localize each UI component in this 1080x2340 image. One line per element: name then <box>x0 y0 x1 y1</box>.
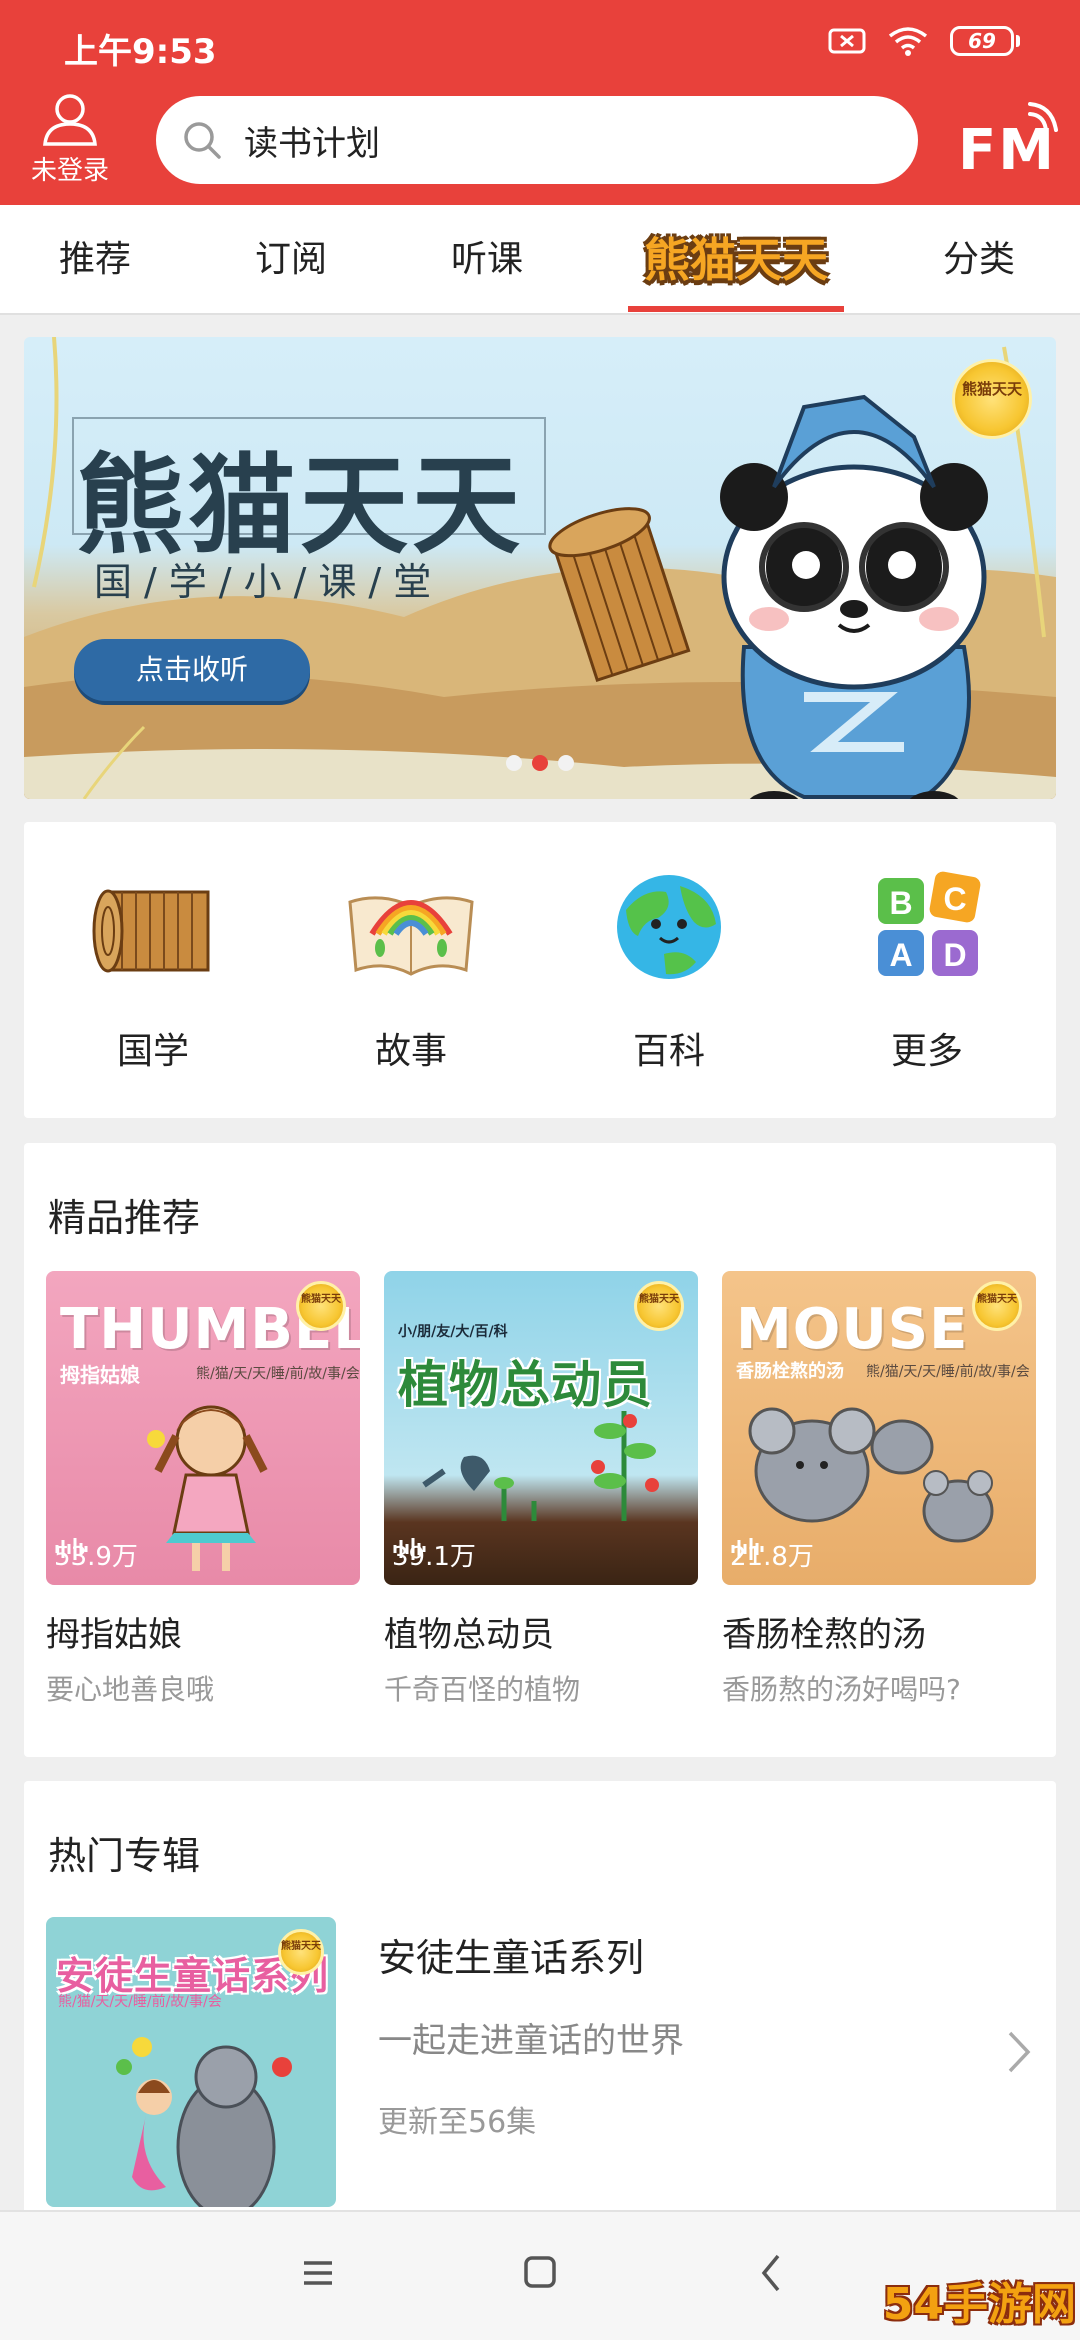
no-sim-icon <box>828 26 866 56</box>
hot-albums-section: 热门专辑 安徒生童话系列 熊/猫/天/天/睡/前/故/事/会 熊猫天天 安徒生童… <box>24 1781 1056 2241</box>
login-button[interactable]: 未登录 <box>22 92 118 192</box>
album-cover: 小/朋/友/大/百/科 植物总动员 熊猫天天 39.1万 <box>384 1271 698 1585</box>
search-icon <box>184 122 221 159</box>
tab-recommend[interactable]: 推荐 <box>32 205 158 315</box>
search-placeholder: 读书计划 <box>244 123 380 164</box>
cover-series: 熊/猫/天/天/睡/前/故/事/会 <box>196 1366 360 1382</box>
panda-badge-icon: 熊猫天天 <box>296 1281 346 1331</box>
recommend-card[interactable]: 小/朋/友/大/百/科 植物总动员 熊猫天天 39.1万 植物总动员 千奇百怪的… <box>384 1271 698 1708</box>
pagination-dot[interactable] <box>558 755 574 771</box>
panda-badge-icon: 熊猫天天 <box>634 1281 684 1331</box>
category-encyclopedia[interactable]: 百科 <box>540 822 798 1118</box>
recommend-card[interactable]: MOUSE 香肠栓熬的汤 熊/猫/天/天/睡/前/故/事/会 熊猫天天 21.8… <box>722 1271 1036 1708</box>
recommend-section: 精品推荐 THUMBELINA 拇指姑娘 熊/猫/天/天/睡/前/故/事/会 熊… <box>24 1143 1056 1757</box>
panda-badge-icon: 熊猫天天 <box>278 1929 324 1975</box>
radio-wave-icon <box>1028 102 1058 132</box>
panda-badge-icon: 熊猫天天 <box>972 1281 1022 1331</box>
album-name: 拇指姑娘 <box>46 1615 182 1655</box>
album-update-status: 更新至56集 <box>378 2105 537 2140</box>
svg-text:B: B <box>889 885 912 921</box>
cover-series: 小/朋/友/大/百/科 <box>398 1324 508 1340</box>
audio-wave-icon <box>731 1538 764 1560</box>
cover-title: 植物总动员 <box>398 1356 653 1414</box>
tab-bar: 推荐 订阅 听课 熊猫天天 分类 <box>0 205 1080 315</box>
earth-icon <box>617 875 721 979</box>
svg-text:C: C <box>943 881 966 917</box>
promo-banner[interactable]: 熊猫天天 国/学/小/课/堂 点击收听 熊猫天天 <box>24 337 1056 799</box>
category-label: 更多 <box>890 1031 963 1072</box>
watermark: 54手游网 <box>882 2279 1076 2330</box>
svg-text:A: A <box>889 937 912 973</box>
tab-panda-tiantian[interactable]: 熊猫天天 <box>628 205 844 315</box>
category-more[interactable]: B C A D 更多 <box>798 822 1056 1118</box>
category-grid: 国学 故事 百科 B C A D 更多 <box>24 822 1056 1118</box>
menu-icon[interactable] <box>298 2248 338 2298</box>
pagination-dot-active[interactable] <box>532 755 548 771</box>
header-bar: 上午9:53 69 未登录 读书计划 FM <box>0 0 1080 205</box>
album-description: 千奇百怪的植物 <box>384 1673 581 1706</box>
category-label: 百科 <box>632 1031 705 1072</box>
tab-categories[interactable]: 分类 <box>916 205 1042 315</box>
hot-album-item[interactable]: 安徒生童话系列 熊/猫/天/天/睡/前/故/事/会 熊猫天天 安徒生童话系列 一… <box>46 1917 1056 2207</box>
home-icon[interactable] <box>520 2248 560 2298</box>
system-nav-bar: 54手游网 <box>0 2210 1080 2340</box>
cover-series: 熊/猫/天/天/睡/前/故/事/会 <box>58 1994 222 2010</box>
bamboo-scroll-icon <box>92 889 210 973</box>
banner-pagination <box>506 755 574 771</box>
login-label: 未登录 <box>30 156 109 186</box>
album-description: 要心地善良哦 <box>46 1673 215 1706</box>
play-count: 21.8万 <box>730 1536 814 1573</box>
panda-badge-icon: 熊猫天天 <box>952 359 1032 439</box>
fm-button[interactable]: FM <box>958 100 1062 186</box>
search-input[interactable]: 读书计划 <box>156 96 918 184</box>
album-name: 植物总动员 <box>384 1615 554 1655</box>
album-description: 一起走进童话的世界 <box>378 2021 684 2061</box>
cover-subtitle: 香肠栓熬的汤 <box>736 1361 844 1382</box>
listen-now-button[interactable]: 点击收听 <box>74 639 310 701</box>
active-tab-indicator <box>628 306 844 312</box>
category-label: 故事 <box>374 1031 447 1072</box>
play-count: 53.9万 <box>54 1536 138 1573</box>
album-cover: THUMBELINA 拇指姑娘 熊/猫/天/天/睡/前/故/事/会 熊猫天天 5… <box>46 1271 360 1585</box>
back-icon[interactable] <box>752 2248 792 2298</box>
wifi-icon <box>888 26 928 56</box>
play-count: 39.1万 <box>392 1536 476 1573</box>
person-icon <box>43 94 97 146</box>
pagination-dot[interactable] <box>506 755 522 771</box>
battery-level: 69 <box>950 26 1014 56</box>
cover-subtitle: 拇指姑娘 <box>60 1363 140 1387</box>
abcd-blocks-icon: B C A D <box>878 871 981 976</box>
section-title: 精品推荐 <box>48 1196 201 1240</box>
svg-text:D: D <box>943 937 966 973</box>
category-story[interactable]: 故事 <box>282 822 540 1118</box>
tab-subscribe[interactable]: 订阅 <box>228 205 354 315</box>
album-cover: MOUSE 香肠栓熬的汤 熊/猫/天/天/睡/前/故/事/会 熊猫天天 21.8… <box>722 1271 1036 1585</box>
album-name: 香肠栓熬的汤 <box>722 1615 926 1655</box>
album-description: 香肠熬的汤好喝吗? <box>722 1673 961 1706</box>
app-screen: 上午9:53 69 未登录 读书计划 FM 推荐 订阅 听课 熊猫天天 分类 熊… <box>0 0 1080 2340</box>
status-bar: 上午9:53 69 <box>0 0 1080 92</box>
category-label: 国学 <box>116 1031 189 1072</box>
chevron-right-icon[interactable] <box>1004 2027 1034 2077</box>
banner-subtitle: 国/学/小/课/堂 <box>94 560 444 604</box>
tab-lessons[interactable]: 听课 <box>424 205 550 315</box>
section-title: 热门专辑 <box>48 1834 201 1878</box>
album-cover: 安徒生童话系列 熊/猫/天/天/睡/前/故/事/会 熊猫天天 <box>46 1917 336 2207</box>
album-title: 安徒生童话系列 <box>378 1936 645 1980</box>
audio-wave-icon <box>55 1538 88 1560</box>
audio-wave-icon <box>393 1538 426 1560</box>
recommend-card[interactable]: THUMBELINA 拇指姑娘 熊/猫/天/天/睡/前/故/事/会 熊猫天天 5… <box>46 1271 360 1708</box>
category-guoxue[interactable]: 国学 <box>24 822 282 1118</box>
cover-series: 熊/猫/天/天/睡/前/故/事/会 <box>866 1364 1030 1380</box>
rainbow-book-icon <box>348 896 474 976</box>
status-time: 上午9:53 <box>64 32 217 72</box>
battery-icon: 69 <box>950 26 1020 56</box>
status-icons: 69 <box>828 26 1020 56</box>
cover-title: MOUSE <box>736 1297 969 1362</box>
